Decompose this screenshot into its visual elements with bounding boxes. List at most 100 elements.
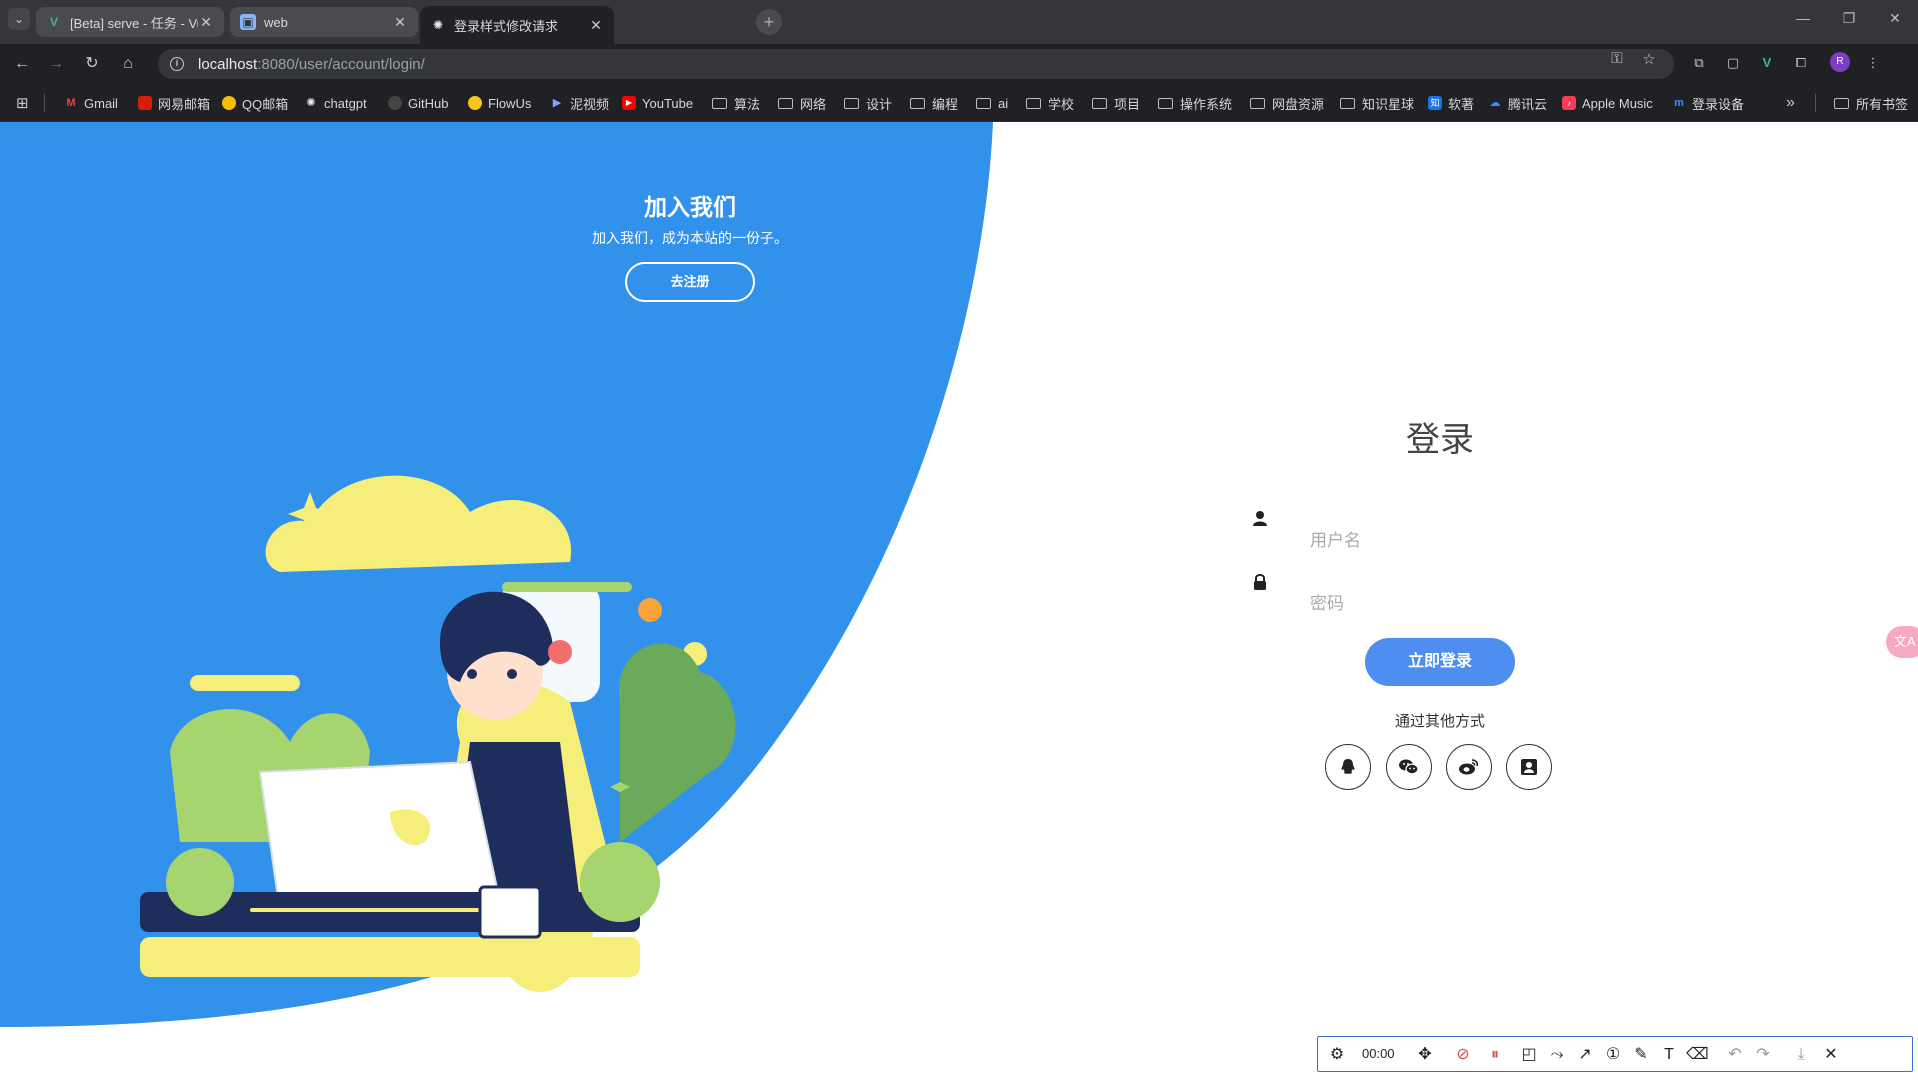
folder-icon	[1834, 97, 1849, 109]
flowus-icon	[468, 96, 482, 110]
more-bookmarks-icon[interactable]: »	[1786, 84, 1795, 122]
bookmark-chatgpt[interactable]: ✺ chatgpt	[304, 84, 366, 122]
bookmark-gmail[interactable]: M Gmail	[64, 84, 118, 122]
tab-search-button[interactable]: ⌄	[8, 8, 30, 30]
cube-icon: ▣	[240, 14, 256, 30]
vue-devtools-icon[interactable]: V	[1756, 52, 1778, 74]
bookmark-folder[interactable]: 编程	[910, 84, 958, 122]
number-marker-icon[interactable]: ①	[1602, 1044, 1624, 1066]
tab-vue-cli[interactable]: V [Beta] serve - 任务 - Vue CLI ✕	[36, 7, 224, 37]
close-icon[interactable]: ✕	[392, 14, 408, 31]
record-stop-icon[interactable]: ⊘	[1452, 1044, 1474, 1066]
bookmark-folder[interactable]: 网盘资源	[1250, 84, 1324, 122]
extension-icon[interactable]: ▢	[1722, 52, 1744, 74]
folder-icon	[1092, 97, 1107, 109]
extension-icon[interactable]: ⧉	[1688, 52, 1710, 74]
close-icon[interactable]: ✕	[588, 17, 604, 34]
bookmark-folder[interactable]: 学校	[1026, 84, 1074, 122]
bookmark-folder[interactable]: 项目	[1092, 84, 1140, 122]
close-icon[interactable]: ✕	[1820, 1044, 1842, 1066]
bookmark-video[interactable]: ▶ 泥视频	[550, 84, 609, 122]
new-tab-button[interactable]: +	[756, 9, 782, 35]
face-login-icon	[1521, 759, 1537, 775]
eraser-icon[interactable]: ⌫	[1686, 1044, 1709, 1066]
bookmark-label: 学校	[1048, 96, 1075, 112]
zhi-icon: 知	[1428, 96, 1442, 110]
login-title: 登录	[1406, 421, 1474, 459]
site-info-icon[interactable]: i	[170, 57, 184, 71]
bookmark-label: 网络	[800, 96, 827, 112]
text-icon[interactable]: T	[1658, 1044, 1680, 1066]
bookmark-folder[interactable]: 算法	[712, 84, 760, 122]
bookmarks-bar: ⊞ M Gmail 网易邮箱 QQ邮箱 ✺ chatgpt GitHub FlowU…	[0, 84, 1918, 122]
bookmark-folder[interactable]: 设计	[844, 84, 892, 122]
bookmark-label: 所有书签	[1856, 96, 1909, 112]
bookmark-label: YouTube	[642, 95, 694, 111]
login-page: 加入我们 加入我们，成为本站的一份子。 去注册 登录 用户名 立即登录 通过其他…	[0, 122, 1918, 1080]
download-icon[interactable]: ⤓	[1790, 1044, 1812, 1066]
bookmark-ruanzhu[interactable]: 知软著	[1428, 84, 1474, 122]
wechat-login-button[interactable]	[1386, 744, 1432, 790]
url-host: localhost	[198, 55, 258, 73]
join-subtitle: 加入我们，成为本站的一份子。	[592, 230, 788, 246]
bookmark-tencent-cloud[interactable]: ☁ 腾讯云	[1488, 84, 1548, 122]
address-bar[interactable]: i localhost:8080/user/account/login/	[158, 49, 1674, 79]
cloud-icon: ☁	[1489, 97, 1501, 109]
folder-icon	[1340, 97, 1355, 109]
folder-icon	[712, 97, 727, 109]
bookmark-folder[interactable]: ai	[976, 84, 1008, 122]
qq-icon	[1341, 759, 1355, 774]
key-icon[interactable]: ⚿	[1606, 50, 1628, 67]
register-button[interactable]: 去注册	[625, 262, 755, 302]
bookmark-flowus[interactable]: FlowUs	[468, 84, 531, 122]
restore-button[interactable]: ❐	[1826, 10, 1872, 27]
shape-icon[interactable]: ◰	[1518, 1044, 1540, 1066]
bookmark-github[interactable]: GitHub	[388, 84, 448, 122]
login-button[interactable]: 立即登录	[1365, 638, 1515, 686]
bookmark-folder[interactable]: 知识星球	[1340, 84, 1414, 122]
polyline-icon[interactable]: ⤳	[1546, 1044, 1568, 1066]
github-icon	[388, 96, 402, 110]
back-button[interactable]: ←	[10, 52, 34, 76]
bookmark-label: ai	[998, 95, 1009, 111]
profile-avatar[interactable]: R	[1830, 52, 1850, 72]
weibo-login-button[interactable]	[1446, 744, 1492, 790]
browser-toolbar: ← → ↻ ⌂ i localhost:8080/user/account/lo…	[0, 44, 1918, 84]
puzzle-icon[interactable]: ⧠	[1790, 52, 1812, 74]
minimize-button[interactable]: —	[1780, 10, 1826, 26]
undo-icon[interactable]: ↶	[1724, 1044, 1746, 1066]
move-icon[interactable]: ✥	[1414, 1044, 1436, 1066]
pause-icon[interactable]: ⏸	[1484, 1044, 1506, 1066]
tab-login-request[interactable]: ✺ 登录样式修改请求 ✕	[420, 6, 614, 44]
bookmark-folder[interactable]: 网络	[778, 84, 826, 122]
bookmark-folder[interactable]: 操作系统	[1158, 84, 1232, 122]
bookmark-star-icon[interactable]: ☆	[1638, 50, 1660, 68]
translate-icon[interactable]: 文A	[1886, 626, 1918, 658]
apps-icon[interactable]: ⊞	[16, 84, 29, 122]
bookmark-label: 软著	[1448, 96, 1475, 112]
settings-icon[interactable]: ⚙	[1326, 1044, 1348, 1066]
bookmark-label: Gmail	[84, 95, 118, 111]
tab-web[interactable]: ▣ web ✕	[230, 7, 418, 37]
forward-button[interactable]: →	[44, 52, 68, 76]
bookmark-qqmail[interactable]: QQ邮箱	[222, 84, 288, 122]
bookmark-login-devices[interactable]: m 登录设备	[1672, 84, 1744, 122]
menu-icon[interactable]: ⋮	[1862, 52, 1884, 74]
bookmark-netease[interactable]: 网易邮箱	[138, 84, 210, 122]
redo-icon[interactable]: ↷	[1752, 1044, 1774, 1066]
tab-title: 登录样式修改请求	[454, 18, 559, 34]
reload-button[interactable]: ↻	[80, 52, 104, 76]
close-window-button[interactable]: ✕	[1872, 10, 1918, 27]
weibo-icon	[1459, 759, 1479, 775]
username-input[interactable]	[1310, 527, 1610, 555]
bookmark-apple-music[interactable]: ♪ Apple Music	[1562, 84, 1653, 122]
close-icon[interactable]: ✕	[198, 14, 214, 31]
all-bookmarks[interactable]: 所有书签	[1834, 84, 1908, 122]
password-input[interactable]	[1310, 590, 1610, 618]
qq-login-button[interactable]	[1325, 744, 1371, 790]
face-login-button[interactable]	[1506, 744, 1552, 790]
arrow-icon[interactable]: ↗	[1574, 1044, 1596, 1066]
pen-icon[interactable]: ✎	[1630, 1044, 1652, 1066]
home-button[interactable]: ⌂	[116, 52, 140, 76]
bookmark-youtube[interactable]: ▶ YouTube	[622, 84, 693, 122]
